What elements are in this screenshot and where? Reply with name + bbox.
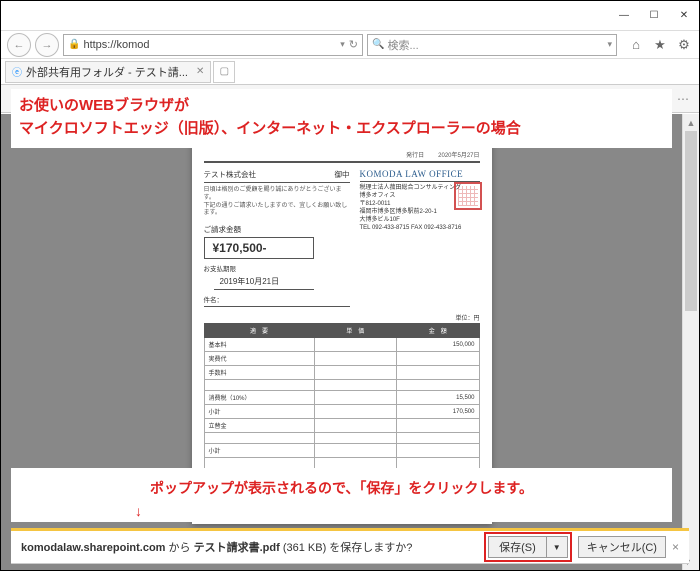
favorites-icon[interactable]: ★ xyxy=(651,36,669,54)
dl-host: komodalaw.sharepoint.com xyxy=(21,542,165,554)
more-icon[interactable]: ⋯ xyxy=(677,92,689,106)
invoice-table: 適 要単 価金 額 基本料150,000 実費代 手数料 消費税（10%）15,… xyxy=(204,323,480,483)
table-row: 実費代 xyxy=(204,352,479,366)
due-date: 2019年10月21日 xyxy=(214,274,314,290)
download-popup: komodalaw.sharepoint.com から テスト請求書.pdf (… xyxy=(11,528,689,564)
address-bar-row: ← → 🔒 https://komod ▾ ↻ 🔍 検索... ▾ ⌂ ★ ⚙ xyxy=(1,31,699,59)
greet-2: 下記の通りご請求いたしますので、宜しくお願い致します。 xyxy=(204,203,350,219)
url-dropdown-icon[interactable]: ▾ xyxy=(340,39,345,50)
tab-close-icon[interactable]: ✕ xyxy=(196,66,204,77)
download-message: komodalaw.sharepoint.com から テスト請求書.pdf (… xyxy=(21,539,412,555)
office-logo: KOMODA LAW OFFICE xyxy=(360,169,480,182)
tab-title: 外部共有用フォルダ - テスト請... xyxy=(26,64,188,80)
search-placeholder: 検索... xyxy=(387,37,418,53)
tel-fax: TEL 092-433-8715 FAX 092-433-8716 xyxy=(360,224,480,232)
back-button[interactable]: ← xyxy=(7,33,31,57)
annotation-bottom-text: ポップアップが表示されるので、「保存」をクリックします。 xyxy=(19,478,664,498)
property-label: 件名： xyxy=(204,294,350,307)
url-text: https://komod xyxy=(83,39,149,51)
amount-value: ¥170,500- xyxy=(204,237,314,259)
table-row: 立替金 xyxy=(204,419,479,433)
th-amount: 金 額 xyxy=(397,324,480,338)
browser-tab[interactable]: ⓔ 外部共有用フォルダ - テスト請... ✕ xyxy=(5,61,211,83)
save-highlight: 保存(S) ▼ xyxy=(484,532,572,562)
maximize-button[interactable]: ☐ xyxy=(639,2,669,30)
client-suffix: 御中 xyxy=(335,169,350,180)
th-desc: 適 要 xyxy=(204,324,314,338)
popup-close-icon[interactable]: × xyxy=(672,540,679,554)
lock-icon: 🔒 xyxy=(68,39,80,50)
save-dropdown-button[interactable]: ▼ xyxy=(547,536,568,558)
dl-file: テスト請求書.pdf xyxy=(194,542,280,554)
scroll-thumb[interactable] xyxy=(685,131,697,311)
annotation-line-2: マイクロソフトエッジ（旧版）、インターネット・エクスプローラーの場合 xyxy=(19,118,664,141)
amount-label: ご請求金額 xyxy=(204,224,350,235)
forward-button[interactable]: → xyxy=(35,33,59,57)
vertical-scrollbar[interactable]: ▲ ▼ xyxy=(682,114,699,570)
new-tab-button[interactable]: ▢ xyxy=(213,61,235,83)
dl-q: を保存しますか? xyxy=(329,542,412,554)
gear-icon[interactable]: ⚙ xyxy=(675,36,693,54)
ie-icon: ⓔ xyxy=(12,64,22,79)
tab-row: ⓔ 外部共有用フォルダ - テスト請... ✕ ▢ xyxy=(1,59,699,85)
annotation-arrow-icon: ↓ xyxy=(135,504,664,518)
annotation-top: お使いのWEBブラウザが マイクロソフトエッジ（旧版）、インターネット・エクスプ… xyxy=(11,89,672,148)
table-row: 手数料 xyxy=(204,366,479,380)
table-row: 小計170,500 xyxy=(204,405,479,419)
search-box[interactable]: 🔍 検索... ▾ xyxy=(367,34,617,56)
due-label: お支払期限 xyxy=(204,263,350,273)
pdf-page: 発行日 2020年5月27日 テスト株式会社 御中 日頃は格別のご愛顧を賜り誠に… xyxy=(192,140,492,524)
refresh-icon[interactable]: ↻ xyxy=(349,38,358,51)
scroll-up-arrow[interactable]: ▲ xyxy=(683,114,699,131)
issue-date: 2020年5月27日 xyxy=(438,150,479,159)
stamp-icon xyxy=(454,182,482,210)
search-dropdown-icon[interactable]: ▾ xyxy=(607,39,612,50)
annotation-bottom: ポップアップが表示されるので、「保存」をクリックします。 ↓ xyxy=(11,468,672,522)
dl-size: (361 KB) xyxy=(280,542,330,554)
close-window-button[interactable]: ✕ xyxy=(669,2,699,30)
cancel-button[interactable]: キャンセル(C) xyxy=(578,536,666,558)
client-name: テスト株式会社 xyxy=(204,169,257,180)
addr-4: 大博多ビル10F xyxy=(360,216,480,224)
unit-label: 単位：円 xyxy=(204,313,480,322)
url-box[interactable]: 🔒 https://komod ▾ ↻ xyxy=(63,34,363,56)
table-row: 基本料150,000 xyxy=(204,338,479,352)
annotation-line-1: お使いのWEBブラウザが xyxy=(19,95,664,118)
greet-1: 日頃は格別のご愛顧を賜り誠にありがとうございます。 xyxy=(204,187,350,203)
table-row xyxy=(204,380,479,391)
save-button[interactable]: 保存(S) xyxy=(488,536,547,558)
minimize-button[interactable]: — xyxy=(609,2,639,30)
table-row xyxy=(204,433,479,444)
th-unit: 単 価 xyxy=(314,324,397,338)
scroll-track[interactable] xyxy=(683,131,699,553)
window-titlebar: — ☐ ✕ xyxy=(1,1,699,31)
table-row: 消費税（10%）15,500 xyxy=(204,391,479,405)
search-icon: 🔍 xyxy=(372,39,384,50)
ie-buttons: ⌂ ★ ⚙ xyxy=(627,36,693,54)
home-icon[interactable]: ⌂ xyxy=(627,36,645,54)
dl-from: から xyxy=(165,542,193,554)
table-row: 小計 xyxy=(204,444,479,458)
issue-label: 発行日 xyxy=(406,150,424,159)
